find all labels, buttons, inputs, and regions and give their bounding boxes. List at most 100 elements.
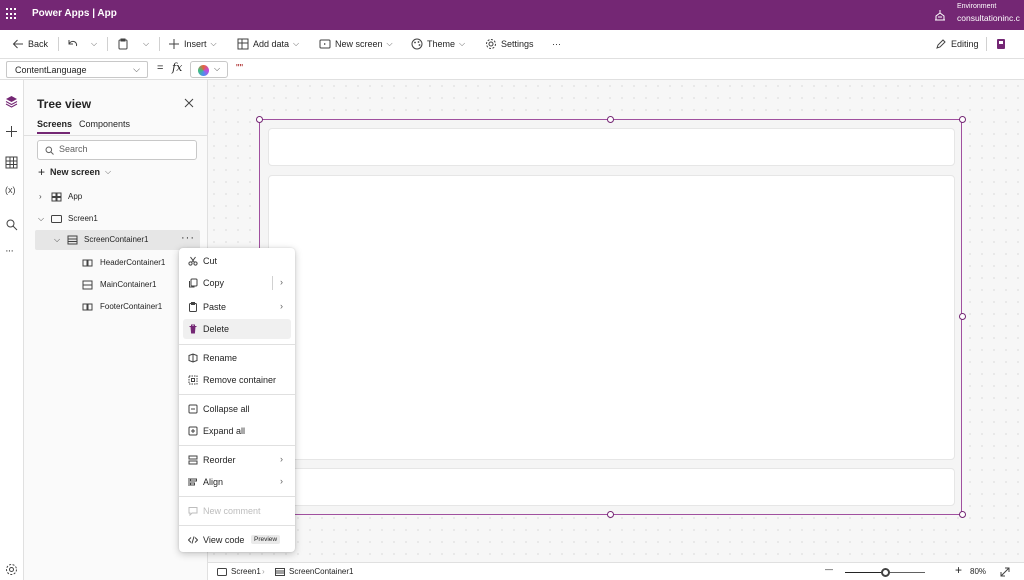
resize-handle[interactable] [256,116,263,123]
fx-icon[interactable]: fx [172,61,182,74]
add-data-button[interactable]: Add data ⌵ [237,37,299,51]
resize-handle[interactable] [959,511,966,518]
main-container[interactable] [268,175,955,460]
chevron-right-icon[interactable]: › [280,277,283,287]
tab-components[interactable]: Components [79,119,130,129]
chevron-right-icon[interactable]: › [39,192,42,201]
menu-item-cut[interactable]: Cut [183,251,291,271]
editing-mode-button[interactable]: Editing [935,37,979,51]
resize-handle[interactable] [607,511,614,518]
search-icon[interactable] [5,218,18,231]
resize-handle[interactable] [959,313,966,320]
undo-button[interactable] [66,37,78,51]
zoom-slider-thumb[interactable] [881,568,890,577]
menu-item-view-code[interactable]: View code Preview [183,530,291,550]
paste-button[interactable] [117,37,129,51]
remove-container-icon [188,375,198,385]
menu-item-label: Copy [203,278,225,288]
plus-icon: + [38,165,46,179]
property-dropdown[interactable]: ContentLanguage ⌵ [6,61,148,78]
tab-screens[interactable]: Screens [37,119,72,129]
app-checker-button[interactable] [995,37,1007,51]
new-screen-button[interactable]: New screen ⌵ [319,37,393,51]
context-menu: Cut Copy › Paste › Delete Rename Remove … [179,248,295,552]
more-options-button[interactable]: ··· [181,232,195,244]
breadcrumb-screen1[interactable]: Screen1 [217,567,261,576]
menu-item-reorder[interactable]: Reorder › [183,450,291,470]
layers-icon[interactable] [5,95,18,108]
menu-item-remove-container[interactable]: Remove container [183,370,291,390]
tree-search-box[interactable] [37,140,197,160]
trash-icon [189,324,197,334]
chevron-right-icon: › [280,476,283,486]
gear-icon[interactable] [5,563,18,576]
variables-icon[interactable]: (x) [5,185,18,198]
fit-to-window-icon[interactable] [1000,567,1010,577]
menu-item-label: New comment [203,506,261,516]
tree-item-screen1[interactable]: ⌵ Screen1 [24,209,208,229]
divider [179,525,295,526]
resize-handle[interactable] [959,116,966,123]
zoom-slider[interactable] [845,568,925,577]
design-canvas[interactable] [208,80,1024,562]
zoom-in-button[interactable]: + [955,563,962,577]
clipboard-icon [118,38,128,50]
paste-icon [189,302,197,312]
menu-item-expand-all[interactable]: Expand all [183,421,291,441]
chevron-down-icon[interactable]: ⌵ [54,235,60,245]
environment-icon[interactable] [934,9,946,21]
chevron-down-icon[interactable]: ⌵ [38,214,44,224]
undo-dropdown[interactable]: ⌵ [91,37,97,51]
screen-icon [51,215,62,223]
settings-label: Settings [501,39,534,49]
back-button[interactable]: Back [12,37,48,51]
copy-icon [189,278,198,288]
theme-button[interactable]: Theme ⌵ [411,37,465,51]
app-launcher-icon[interactable] [6,8,18,20]
close-icon[interactable] [184,98,194,108]
equals-sign: = [157,62,164,74]
menu-item-align[interactable]: Align › [183,472,291,492]
zoom-out-button[interactable]: — [825,565,833,574]
menu-item-delete[interactable]: Delete [183,319,291,339]
menu-item-collapse-all[interactable]: Collapse all [183,399,291,419]
plus-icon[interactable] [5,125,18,138]
menu-item-copy[interactable]: Copy › [183,273,291,293]
new-screen-label: New screen [335,39,383,49]
menu-item-label: Align [203,477,224,487]
menu-item-paste[interactable]: Paste › [183,297,291,317]
data-icon[interactable] [5,156,18,169]
tree-item-label: App [68,192,83,201]
chevron-down-icon: ⌵ [143,39,150,48]
resize-handle[interactable] [607,116,614,123]
header-container[interactable] [268,128,955,166]
menu-item-label: Collapse all [203,404,250,414]
tree-search-input[interactable] [59,144,189,154]
paste-dropdown[interactable]: ⌵ [143,37,149,51]
tree-item-app[interactable]: › App [24,187,208,207]
zoom-slider-fill [845,572,885,573]
theme-label: Theme [427,39,456,49]
new-screen-button[interactable]: + New screen ⌵ [38,165,111,179]
divider [58,37,59,51]
active-tab-indicator [37,132,70,134]
app-title: Power Apps | App [32,8,117,19]
chevron-down-icon: ⌵ [133,64,140,74]
menu-item-rename[interactable]: Rename [183,348,291,368]
footer-container[interactable] [268,468,955,506]
insert-button[interactable]: Insert ⌵ [168,37,217,51]
settings-button[interactable]: Settings [485,37,534,51]
more-icon[interactable]: ··· [5,245,18,258]
breadcrumb-screencontainer1[interactable]: ScreenContainer1 [275,567,353,576]
rename-icon [188,353,198,363]
status-bar: Screen1 › ScreenContainer1 — + 80% [208,562,1024,580]
copilot-button[interactable]: ⌵ [190,61,228,78]
formula-input[interactable]: "" [236,63,243,74]
insert-label: Insert [184,39,207,49]
more-commands-button[interactable]: ··· [552,37,561,51]
tree-item-screencontainer1[interactable]: ⌵ ScreenContainer1 ··· [35,230,200,250]
table-icon [237,38,249,50]
screen-container-selection[interactable] [259,119,962,515]
environment-name[interactable]: consultationinc.c [957,13,1020,23]
container-icon [275,567,285,576]
